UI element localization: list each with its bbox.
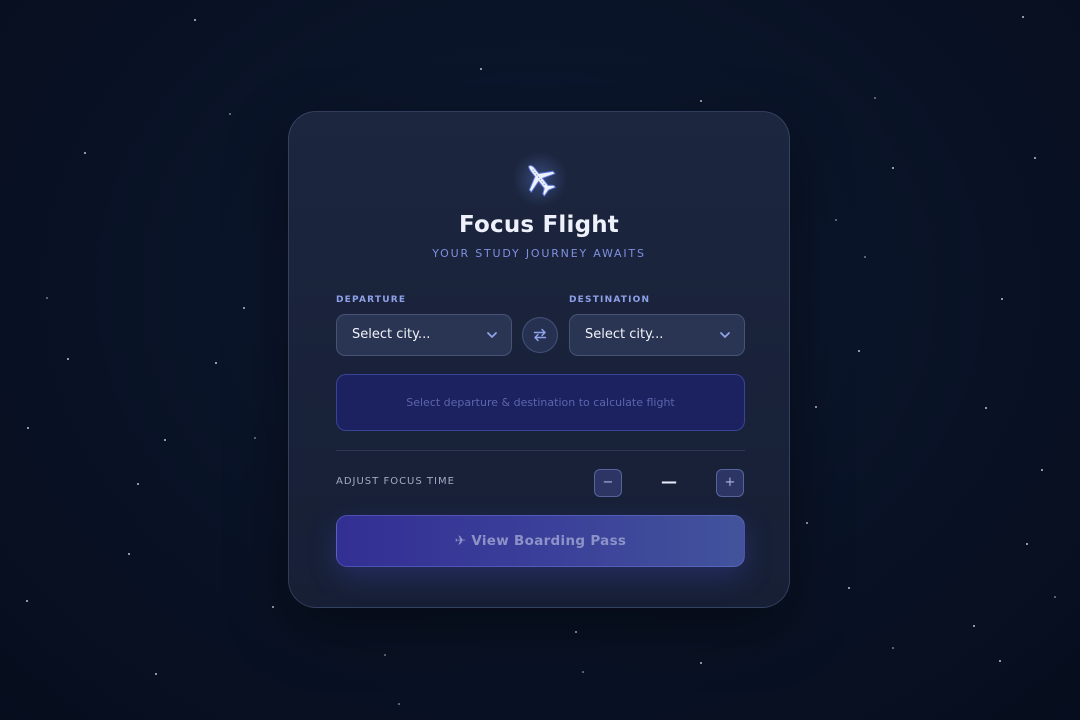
decrease-focus-button[interactable]: − xyxy=(594,469,622,497)
destination-select[interactable]: Select city... xyxy=(569,314,745,356)
destination-select-value: Select city... xyxy=(585,327,664,342)
swap-arrows-icon xyxy=(533,328,547,342)
app-subtitle: YOUR STUDY JOURNEY AWAITS xyxy=(432,247,646,260)
flight-info-message: Select departure & destination to calcul… xyxy=(336,374,745,431)
flight-setup-card: Focus Flight YOUR STUDY JOURNEY AWAITS D… xyxy=(288,111,790,608)
destination-label: DESTINATION xyxy=(569,295,651,305)
departure-label: DEPARTURE xyxy=(336,295,407,305)
airplane-icon xyxy=(513,152,567,206)
focus-time-label: ADJUST FOCUS TIME xyxy=(336,476,455,487)
app-title: Focus Flight xyxy=(459,212,619,238)
view-boarding-pass-button[interactable]: ✈ View Boarding Pass xyxy=(336,515,745,567)
focus-time-value: — xyxy=(661,472,677,491)
chevron-down-icon xyxy=(487,332,497,338)
increase-focus-button[interactable]: + xyxy=(716,469,744,497)
chevron-down-icon xyxy=(720,332,730,338)
swap-cities-button[interactable] xyxy=(522,317,558,353)
departure-select-value: Select city... xyxy=(352,327,431,342)
divider xyxy=(336,450,745,451)
departure-select[interactable]: Select city... xyxy=(336,314,512,356)
